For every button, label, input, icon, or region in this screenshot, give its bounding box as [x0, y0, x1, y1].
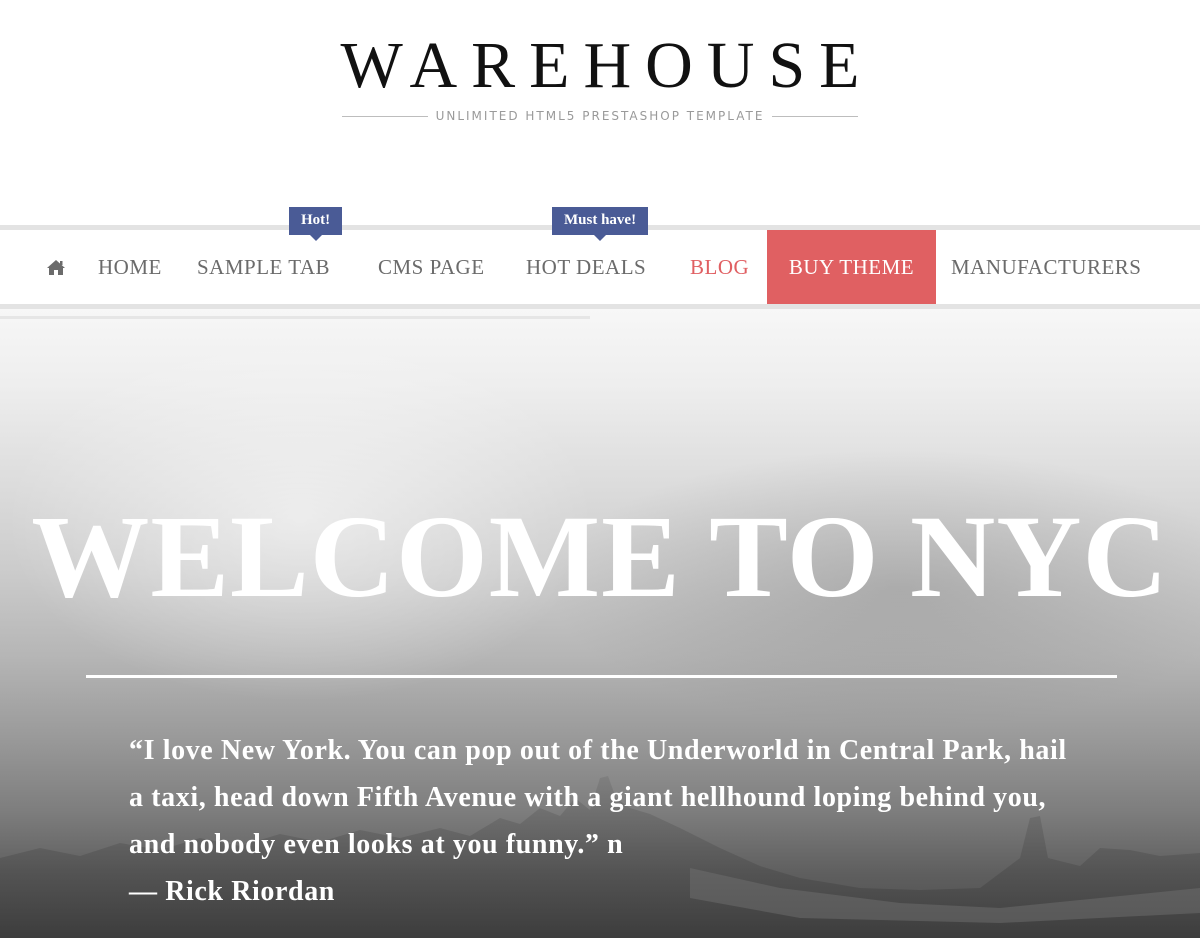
nav-item-cms-page[interactable]: CMS PAGE [378, 230, 485, 304]
quote-author: — Rick Riordan [129, 876, 335, 907]
nav-item-blog[interactable]: BLOG [690, 230, 749, 304]
nav-bar: HOME SAMPLE TAB CMS PAGE HOT DEALS BLOG … [0, 230, 1200, 304]
nav-underline-accent [0, 316, 590, 319]
logo-tagline: UNLIMITED HTML5 PRESTASHOP TEMPLATE [435, 109, 765, 123]
home-icon[interactable] [46, 259, 66, 276]
tagline-rule-left [341, 115, 428, 117]
tagline-rule-right [772, 115, 859, 117]
quote-text: “I love New York. You can pop out of the… [129, 735, 1067, 860]
logo-tagline-row: UNLIMITED HTML5 PRESTASHOP TEMPLATE [290, 106, 910, 126]
hero-title: WELCOME TO NYC [31, 491, 1169, 622]
hero-banner: WELCOME TO NYC “I love New York. You can… [0, 309, 1200, 938]
hero-divider [86, 675, 1117, 678]
logo-title: WAREHOUSE [340, 29, 874, 102]
badge-must-have: Must have! [552, 207, 649, 241]
site-header: WAREHOUSE UNLIMITED HTML5 PRESTASHOP TEM… [0, 0, 1200, 225]
nav-item-hot-deals[interactable]: HOT DEALS [526, 230, 646, 304]
nav-item-manufacturers[interactable]: MANUFACTURERS [951, 230, 1141, 304]
hero-quote: “I love New York. You can pop out of the… [129, 727, 1069, 915]
badge-hot: Hot! [289, 207, 343, 241]
nav-item-buy-theme[interactable]: BUY THEME [767, 230, 936, 304]
nav-item-sample-tab[interactable]: SAMPLE TAB [197, 230, 330, 304]
site-logo[interactable]: WAREHOUSE UNLIMITED HTML5 PRESTASHOP TEM… [290, 28, 910, 126]
nav-item-home[interactable]: HOME [98, 230, 162, 304]
